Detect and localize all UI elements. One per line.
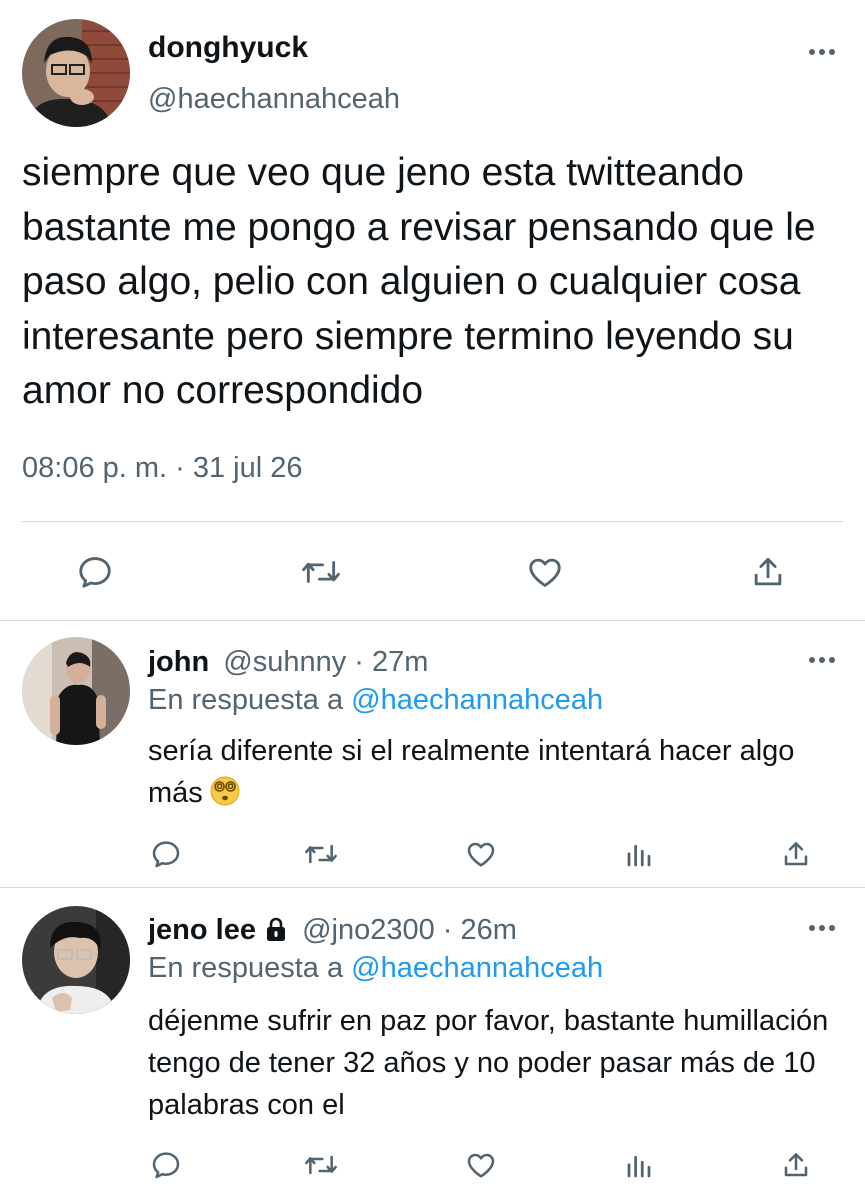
- divider: [0, 620, 865, 621]
- avatar[interactable]: [22, 906, 130, 1014]
- reply-text-block: sería diferente si el realmente intentar…: [148, 730, 848, 819]
- reply-text: sería diferente si el realmente intentar…: [148, 735, 795, 809]
- dizzy-face-emoji: [209, 775, 241, 819]
- reply-icon[interactable]: [76, 553, 114, 591]
- avatar[interactable]: [22, 19, 130, 127]
- share-icon[interactable]: [780, 838, 812, 870]
- author-name[interactable]: john: [148, 646, 209, 678]
- divider: [0, 887, 865, 888]
- like-icon[interactable]: [464, 1149, 498, 1181]
- replying-to: En respuesta a @haechannahceah: [148, 951, 603, 985]
- author-name[interactable]: jeno lee: [148, 914, 256, 946]
- lock-icon: [264, 916, 288, 950]
- analytics-icon[interactable]: [624, 1151, 654, 1181]
- replying-to-label: En respuesta a: [148, 684, 344, 716]
- more-options-icon[interactable]: [806, 916, 838, 940]
- reply-header: jeno lee @jno2300 · 26m: [148, 913, 517, 950]
- tweet-text: siempre que veo que jeno esta twitteando…: [22, 151, 816, 412]
- tweet-timestamp[interactable]: 08:06 p. m. · 31 jul 26: [22, 450, 303, 486]
- replying-to-label: En respuesta a: [148, 952, 344, 984]
- reply-text: déjenme sufrir en paz por favor, bastant…: [148, 1005, 829, 1121]
- reply-header: john @suhnny · 27m: [148, 645, 428, 679]
- divider: [22, 521, 843, 522]
- share-icon[interactable]: [780, 1149, 812, 1181]
- like-icon[interactable]: [464, 838, 498, 870]
- author-handle[interactable]: @haechannahceah: [148, 82, 400, 116]
- reply-icon[interactable]: [150, 838, 182, 870]
- mention-link[interactable]: @haechannahceah: [351, 952, 603, 984]
- mention-link[interactable]: @haechannahceah: [351, 684, 603, 716]
- retweet-icon[interactable]: [303, 1149, 339, 1181]
- retweet-icon[interactable]: [303, 838, 339, 870]
- reply-time[interactable]: 27m: [372, 646, 428, 678]
- separator-dot: ·: [354, 646, 364, 678]
- reply-icon[interactable]: [150, 1149, 182, 1181]
- more-options-icon[interactable]: [806, 40, 838, 64]
- more-options-icon[interactable]: [806, 648, 838, 672]
- reply-time[interactable]: 26m: [461, 914, 517, 946]
- replying-to: En respuesta a @haechannahceah: [148, 683, 603, 717]
- author-name[interactable]: donghyuck: [148, 30, 308, 66]
- share-icon[interactable]: [749, 553, 787, 591]
- avatar[interactable]: [22, 637, 130, 745]
- analytics-icon[interactable]: [624, 840, 654, 870]
- author-handle[interactable]: @suhnny: [223, 646, 346, 678]
- retweet-icon[interactable]: [300, 553, 342, 591]
- author-handle[interactable]: @jno2300: [302, 914, 435, 946]
- separator-dot: ·: [442, 914, 453, 946]
- like-icon[interactable]: [525, 553, 565, 591]
